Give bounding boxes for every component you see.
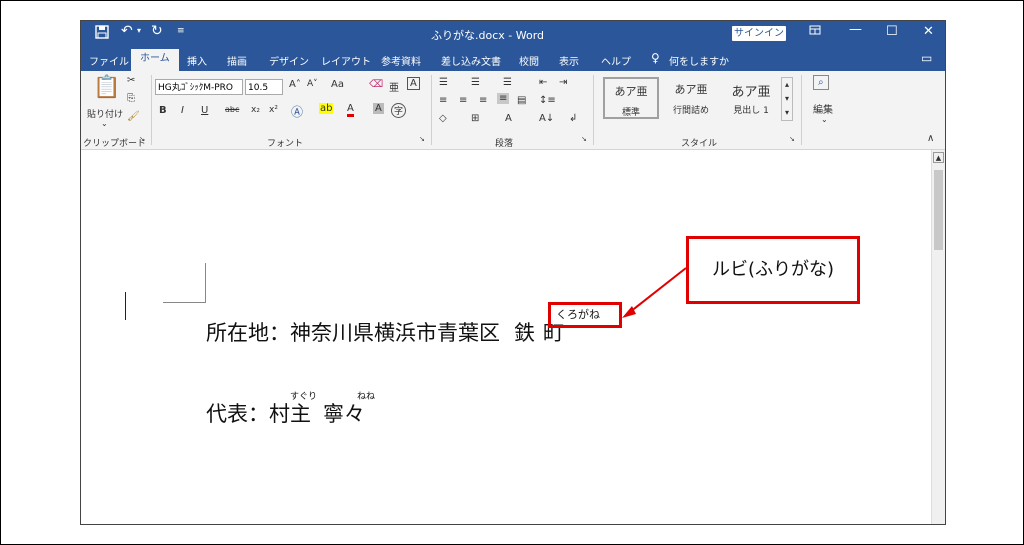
callout-box: ルビ(ふりがな) xyxy=(686,236,860,304)
callout-arrow xyxy=(622,267,687,318)
callout-text: ルビ(ふりがな) xyxy=(711,259,835,280)
